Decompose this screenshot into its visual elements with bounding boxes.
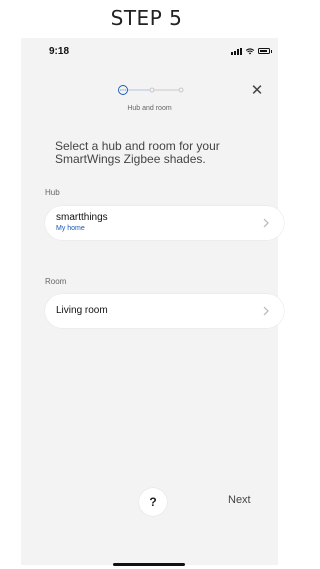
page-heading: Select a hub and room for your SmartWing… <box>55 139 220 166</box>
signal-icon <box>231 47 242 55</box>
battery-cap <box>271 49 272 53</box>
wifi-icon <box>245 48 255 55</box>
next-button[interactable]: Next <box>228 494 251 506</box>
hub-selector[interactable]: smartthings My home <box>45 206 284 240</box>
status-time: 9:18 <box>49 46 70 57</box>
hub-name: smartthings <box>56 212 108 223</box>
step-caption: Hub and room <box>127 105 172 112</box>
chevron-right-icon <box>263 306 269 316</box>
status-icons <box>231 46 272 56</box>
room-section-label: Room <box>45 277 67 286</box>
hub-section-label: Hub <box>45 188 60 197</box>
battery-icon <box>258 48 270 54</box>
chevron-right-icon <box>263 218 269 228</box>
progress-steps-icon <box>118 85 184 95</box>
room-selector[interactable]: Living room <box>45 294 284 328</box>
step-title: STEP 5 <box>110 6 183 30</box>
room-name: Living room <box>56 305 108 316</box>
close-icon[interactable]: ✕ <box>250 83 264 98</box>
home-indicator <box>113 563 185 566</box>
phone-screen: 9:18 Hub and room ✕ Select a hub and roo… <box>21 38 284 566</box>
help-button[interactable]: ? <box>139 488 167 516</box>
hub-location: My home <box>56 225 85 232</box>
